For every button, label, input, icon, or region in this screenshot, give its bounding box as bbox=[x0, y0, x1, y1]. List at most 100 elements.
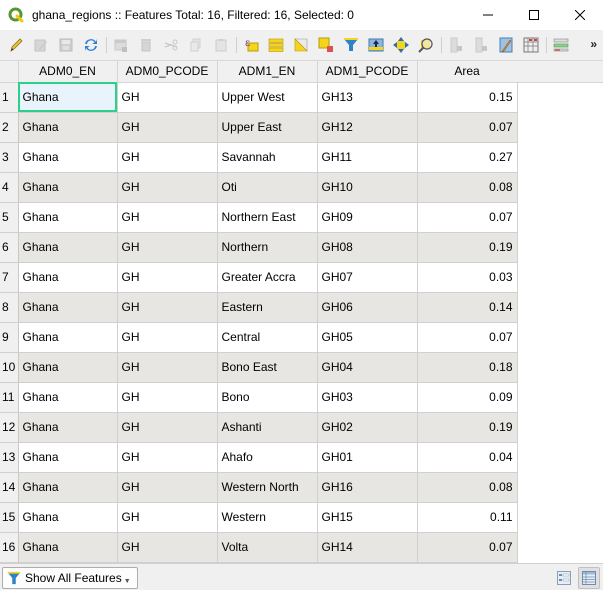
cell-adm1-en[interactable]: Upper West bbox=[217, 82, 318, 113]
cell-adm0-pcode[interactable]: GH bbox=[117, 442, 218, 473]
cell-adm0-en[interactable]: Ghana bbox=[18, 172, 118, 203]
cell-area[interactable]: 0.04 bbox=[417, 442, 518, 473]
row-number-header[interactable]: 13 bbox=[0, 442, 19, 473]
form-view-button[interactable] bbox=[553, 567, 575, 589]
row-number-header[interactable]: 15 bbox=[0, 502, 19, 533]
cell-adm1-en[interactable]: Ahafo bbox=[217, 442, 318, 473]
cell-adm0-en[interactable]: Ghana bbox=[18, 502, 118, 533]
actions-button[interactable] bbox=[551, 35, 571, 55]
cell-adm0-en[interactable]: Ghana bbox=[18, 292, 118, 323]
cell-adm1-pcode[interactable]: GH13 bbox=[317, 82, 418, 113]
cell-adm0-pcode[interactable]: GH bbox=[117, 382, 218, 413]
zoom-to-selection-button[interactable] bbox=[416, 35, 436, 55]
cell-area[interactable]: 0.11 bbox=[417, 502, 518, 533]
cell-adm0-en[interactable]: Ghana bbox=[18, 142, 118, 173]
cell-adm1-en[interactable]: Ashanti bbox=[217, 412, 318, 443]
cell-adm1-pcode[interactable]: GH11 bbox=[317, 142, 418, 173]
column-header[interactable]: ADM0_PCODE bbox=[117, 61, 218, 83]
cell-adm0-pcode[interactable]: GH bbox=[117, 262, 218, 293]
multi-edit-button[interactable] bbox=[31, 35, 51, 55]
cell-area[interactable]: 0.19 bbox=[417, 232, 518, 263]
toolbar-overflow-button[interactable]: » bbox=[590, 37, 597, 51]
column-header[interactable]: ADM1_PCODE bbox=[317, 61, 418, 83]
cell-adm0-pcode[interactable]: GH bbox=[117, 322, 218, 353]
cell-area[interactable]: 0.15 bbox=[417, 82, 518, 113]
corner-header[interactable] bbox=[0, 61, 19, 83]
cell-adm1-pcode[interactable]: GH10 bbox=[317, 172, 418, 203]
row-number-header[interactable]: 9 bbox=[0, 322, 19, 353]
maximize-button[interactable] bbox=[511, 0, 557, 30]
cell-adm0-en[interactable]: Ghana bbox=[18, 352, 118, 383]
row-number-header[interactable]: 4 bbox=[0, 172, 19, 203]
cell-adm1-en[interactable]: Volta bbox=[217, 532, 318, 563]
cell-adm0-en[interactable]: Ghana bbox=[18, 82, 118, 113]
cell-adm1-pcode[interactable]: GH14 bbox=[317, 532, 418, 563]
cell-adm1-pcode[interactable]: GH03 bbox=[317, 382, 418, 413]
row-number-header[interactable]: 3 bbox=[0, 142, 19, 173]
cell-adm1-en[interactable]: Bono bbox=[217, 382, 318, 413]
cell-adm1-en[interactable]: Greater Accra bbox=[217, 262, 318, 293]
table-row[interactable]: 15 Ghana GH Western GH15 0.11 bbox=[0, 502, 518, 533]
column-header[interactable]: ADM1_EN bbox=[217, 61, 318, 83]
cell-adm1-pcode[interactable]: GH06 bbox=[317, 292, 418, 323]
row-number-header[interactable]: 2 bbox=[0, 112, 19, 143]
cell-adm0-pcode[interactable]: GH bbox=[117, 532, 218, 563]
cell-area[interactable]: 0.27 bbox=[417, 142, 518, 173]
table-row[interactable]: 1 Ghana GH Upper West GH13 0.15 bbox=[0, 82, 518, 113]
table-row[interactable]: 11 Ghana GH Bono GH03 0.09 bbox=[0, 382, 518, 413]
cell-adm1-en[interactable]: Western bbox=[217, 502, 318, 533]
table-row[interactable]: 12 Ghana GH Ashanti GH02 0.19 bbox=[0, 412, 518, 443]
move-selection-top-button[interactable] bbox=[366, 35, 386, 55]
cell-area[interactable]: 0.19 bbox=[417, 412, 518, 443]
cell-adm0-en[interactable]: Ghana bbox=[18, 262, 118, 293]
cell-adm0-pcode[interactable]: GH bbox=[117, 82, 218, 113]
deselect-all-button[interactable] bbox=[316, 35, 336, 55]
cell-adm0-en[interactable]: Ghana bbox=[18, 322, 118, 353]
table-row[interactable]: 5 Ghana GH Northern East GH09 0.07 bbox=[0, 202, 518, 233]
conditional-formatting-button[interactable] bbox=[521, 35, 541, 55]
row-number-header[interactable]: 16 bbox=[0, 532, 19, 563]
table-row[interactable]: 8 Ghana GH Eastern GH06 0.14 bbox=[0, 292, 518, 323]
cut-button[interactable] bbox=[161, 35, 181, 55]
cell-adm0-pcode[interactable]: GH bbox=[117, 232, 218, 263]
cell-adm0-pcode[interactable]: GH bbox=[117, 502, 218, 533]
cell-area[interactable]: 0.08 bbox=[417, 472, 518, 503]
new-field-button[interactable] bbox=[446, 35, 466, 55]
paste-button[interactable] bbox=[211, 35, 231, 55]
save-edits-button[interactable] bbox=[56, 35, 76, 55]
cell-adm0-en[interactable]: Ghana bbox=[18, 232, 118, 263]
cell-adm0-en[interactable]: Ghana bbox=[18, 472, 118, 503]
cell-adm0-en[interactable]: Ghana bbox=[18, 532, 118, 563]
close-button[interactable] bbox=[557, 0, 603, 30]
cell-adm1-pcode[interactable]: GH04 bbox=[317, 352, 418, 383]
table-row[interactable]: 14 Ghana GH Western North GH16 0.08 bbox=[0, 472, 518, 503]
table-row[interactable]: 13 Ghana GH Ahafo GH01 0.04 bbox=[0, 442, 518, 473]
table-view-button[interactable] bbox=[578, 567, 600, 589]
row-number-header[interactable]: 10 bbox=[0, 352, 19, 383]
select-by-expression-button[interactable]: ε bbox=[241, 35, 261, 55]
cell-adm1-en[interactable]: Bono East bbox=[217, 352, 318, 383]
cell-adm1-en[interactable]: Northern East bbox=[217, 202, 318, 233]
copy-button[interactable] bbox=[186, 35, 206, 55]
row-number-header[interactable]: 14 bbox=[0, 472, 19, 503]
field-calculator-button[interactable] bbox=[496, 35, 516, 55]
pan-to-selection-button[interactable] bbox=[391, 35, 411, 55]
table-row[interactable]: 16 Ghana GH Volta GH14 0.07 bbox=[0, 532, 518, 563]
cell-adm1-pcode[interactable]: GH12 bbox=[317, 112, 418, 143]
cell-area[interactable]: 0.09 bbox=[417, 382, 518, 413]
table-row[interactable]: 2 Ghana GH Upper East GH12 0.07 bbox=[0, 112, 518, 143]
cell-adm1-en[interactable]: Savannah bbox=[217, 142, 318, 173]
table-row[interactable]: 4 Ghana GH Oti GH10 0.08 bbox=[0, 172, 518, 203]
row-number-header[interactable]: 5 bbox=[0, 202, 19, 233]
column-header[interactable]: ADM0_EN bbox=[18, 61, 118, 83]
cell-adm1-en[interactable]: Central bbox=[217, 322, 318, 353]
cell-area[interactable]: 0.03 bbox=[417, 262, 518, 293]
cell-adm0-en[interactable]: Ghana bbox=[18, 442, 118, 473]
table-row[interactable]: 7 Ghana GH Greater Accra GH07 0.03 bbox=[0, 262, 518, 293]
cell-adm0-pcode[interactable]: GH bbox=[117, 412, 218, 443]
cell-adm1-pcode[interactable]: GH01 bbox=[317, 442, 418, 473]
delete-feature-button[interactable] bbox=[136, 35, 156, 55]
table-row[interactable]: 10 Ghana GH Bono East GH04 0.18 bbox=[0, 352, 518, 383]
minimize-button[interactable] bbox=[465, 0, 511, 30]
cell-adm1-en[interactable]: Upper East bbox=[217, 112, 318, 143]
